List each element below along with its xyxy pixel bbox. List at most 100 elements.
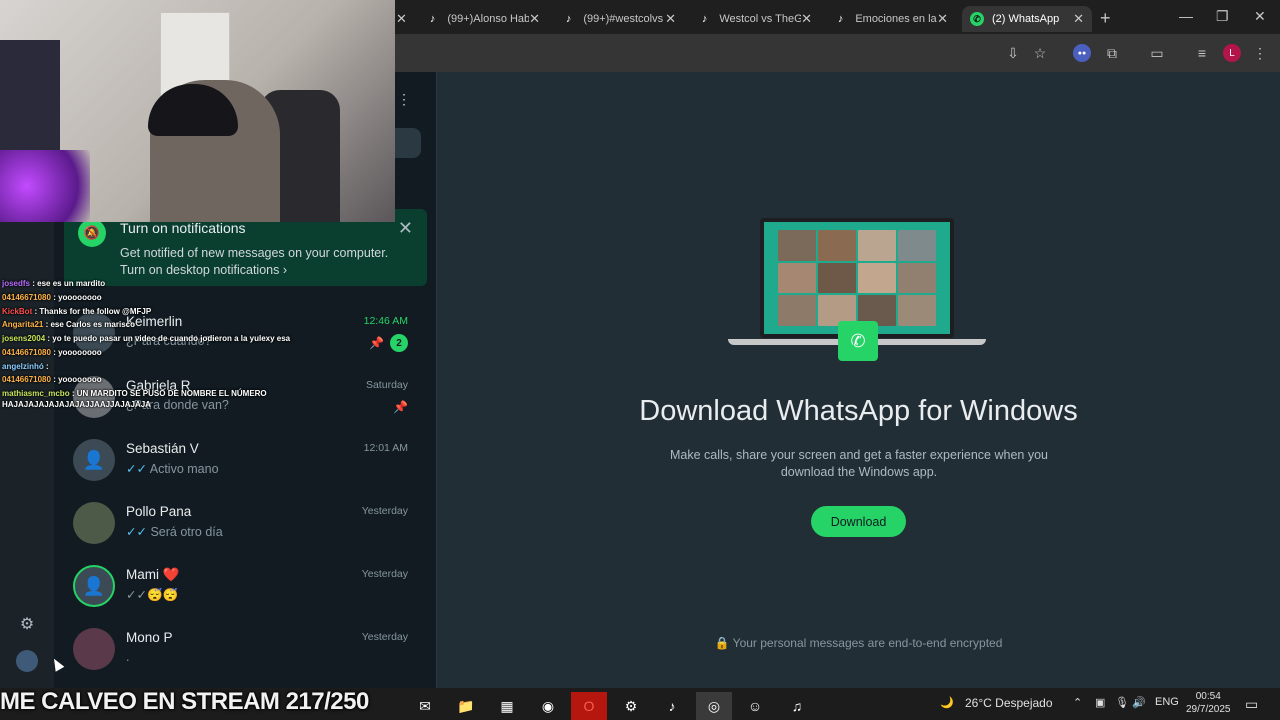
tab-3[interactable]: ♪ Westcol vs TheGr ✕ bbox=[690, 6, 820, 32]
chat-message: HAJAJAJAJAJAJAJAJJAAJJAJAJAJA bbox=[2, 400, 151, 409]
close-icon[interactable]: ✕ bbox=[396, 11, 407, 27]
notification-body: Get notified of new messages on your com… bbox=[120, 246, 389, 260]
side-panel-icon[interactable]: ▭ bbox=[1148, 44, 1166, 62]
extensions-icon[interactable]: ⧉ bbox=[1103, 44, 1121, 62]
chat-item[interactable]: 👤 Mami ❤️ Yesterday ✓✓😴😴 bbox=[64, 557, 424, 617]
minimize-icon[interactable]: — bbox=[1179, 8, 1193, 24]
chat-message: josens2004 : yo te puedo pasar un video … bbox=[2, 334, 291, 343]
chat-name: Pollo Pana bbox=[126, 504, 192, 519]
tiktok-icon: ♪ bbox=[837, 13, 844, 25]
language-indicator[interactable]: ENG bbox=[1155, 696, 1179, 708]
chat-message: angelzinhó : bbox=[2, 362, 49, 371]
chat-name: Sebastián V bbox=[126, 441, 199, 456]
chat-time: Saturday bbox=[365, 379, 408, 391]
chat-message: mathiasmc_mcbo : UN MARDITO SE PUSO DE N… bbox=[2, 389, 267, 398]
default-avatar-icon: 👤 bbox=[73, 439, 115, 481]
pin-icon: 📌 bbox=[369, 336, 384, 350]
microphone-icon[interactable]: 🎙 bbox=[1115, 696, 1129, 709]
tab-whatsapp[interactable]: ✆ (2) WhatsApp ✕ bbox=[962, 6, 1092, 32]
chat-preview: . bbox=[126, 650, 130, 664]
close-icon[interactable]: ✕ bbox=[398, 218, 413, 239]
chat-item[interactable]: Gabriela R Saturday ¿Para donde van? 📌 bbox=[64, 368, 424, 428]
download-button[interactable]: Download bbox=[811, 506, 906, 537]
install-app-icon[interactable]: ⇩ bbox=[1004, 44, 1022, 62]
network-icon[interactable]: ▣ bbox=[1095, 696, 1105, 709]
enable-notifications-link[interactable]: Turn on desktop notifications › bbox=[120, 263, 287, 277]
tab-title: (99+)#westcolvs bbox=[583, 13, 664, 25]
menu-dots-icon[interactable]: ⋮ bbox=[395, 90, 413, 108]
close-icon[interactable]: ✕ bbox=[665, 11, 676, 27]
tab-title: (99+)Alonso Hab bbox=[447, 13, 530, 25]
menu-dots-icon[interactable]: ⋮ bbox=[1251, 44, 1269, 62]
tiktok-icon[interactable]: ♪ bbox=[654, 692, 690, 720]
store-icon[interactable]: ▦ bbox=[489, 692, 525, 720]
whatsapp-logo-icon: ✆ bbox=[838, 321, 878, 361]
volume-icon[interactable]: 🔊 bbox=[1132, 696, 1146, 709]
download-subtitle: Make calls, share your screen and get a … bbox=[670, 448, 1048, 479]
tab-4[interactable]: ♪ Emociones en la ✕ bbox=[826, 6, 956, 32]
file-explorer-icon[interactable]: 📁 bbox=[448, 692, 484, 720]
tab-title: Emociones en la bbox=[855, 13, 937, 25]
window-close-icon[interactable]: ✕ bbox=[1254, 8, 1266, 25]
stream-goal-banner: ME CALVEO EN STREAM 217/250 bbox=[0, 688, 369, 715]
tiktok-icon: ♪ bbox=[701, 13, 708, 25]
weather-text[interactable]: 26°C Despejado bbox=[965, 696, 1053, 710]
double-check-icon: ✓✓ bbox=[126, 525, 147, 539]
weather-icon[interactable]: 🌙 bbox=[940, 696, 954, 709]
chat-time: Yesterday bbox=[361, 505, 408, 517]
tab-title: (2) WhatsApp bbox=[992, 13, 1060, 25]
media-controls-icon[interactable]: ≡ bbox=[1193, 44, 1211, 62]
chat-item[interactable]: Mono P Yesterday . bbox=[64, 620, 424, 680]
new-tab-plus-icon[interactable]: + bbox=[1100, 8, 1111, 29]
chat-preview: ✓✓ Será otro día bbox=[126, 525, 223, 539]
notification-title: Turn on notifications bbox=[120, 220, 246, 236]
avatar bbox=[73, 502, 115, 544]
tab-title: Westcol vs TheGr bbox=[719, 13, 802, 25]
obs-icon[interactable]: ◉ bbox=[530, 692, 566, 720]
settings-gear-icon[interactable]: ⚙ bbox=[17, 614, 37, 634]
chat-message: KickBot : Thanks for the follow @MFJP bbox=[2, 307, 152, 316]
clock[interactable]: 00:54 29/7/2025 bbox=[1186, 690, 1231, 716]
unread-badge: 2 bbox=[390, 334, 408, 352]
chat-name: Mono P bbox=[126, 630, 173, 645]
tab-2[interactable]: ♪ (99+)#westcolvs ✕ bbox=[554, 6, 684, 32]
chat-message: 04146671080 : yoooooooo bbox=[2, 375, 102, 384]
bookmark-star-icon[interactable]: ☆ bbox=[1031, 44, 1049, 62]
search-box-edge[interactable] bbox=[395, 128, 421, 158]
chat-time: Yesterday bbox=[361, 568, 408, 580]
chat-time: 12:01 AM bbox=[363, 442, 408, 454]
chat-preview: ✓✓ Activo mano bbox=[126, 462, 219, 476]
steam-icon[interactable]: ⚙ bbox=[613, 692, 649, 720]
opera-icon[interactable]: O bbox=[571, 692, 607, 720]
close-icon[interactable]: ✕ bbox=[529, 11, 540, 27]
avatar[interactable] bbox=[16, 650, 38, 672]
tray-chevron-icon[interactable]: ⌃ bbox=[1073, 696, 1082, 709]
double-check-icon: ✓✓ bbox=[126, 462, 147, 476]
close-icon[interactable]: ✕ bbox=[1073, 11, 1084, 27]
chrome-icon[interactable]: ◎ bbox=[696, 692, 732, 720]
whatsapp-icon: ✆ bbox=[970, 12, 984, 26]
discord-icon[interactable]: ☺ bbox=[737, 692, 773, 720]
close-icon[interactable]: ✕ bbox=[801, 11, 812, 27]
tab-1[interactable]: ♪ (99+)Alonso Hab ✕ bbox=[418, 6, 548, 32]
notifications-icon[interactable]: ▭ bbox=[1245, 696, 1258, 713]
extension-icon[interactable]: ●● bbox=[1073, 44, 1091, 62]
profile-avatar[interactable]: L bbox=[1223, 44, 1241, 62]
close-icon[interactable]: ✕ bbox=[937, 11, 948, 27]
pin-icon: 📌 bbox=[393, 400, 408, 414]
tiktok-icon: ♪ bbox=[565, 13, 572, 25]
chat-item[interactable]: 👤 Sebastián V 12:01 AM ✓✓ Activo mano bbox=[64, 431, 424, 491]
restore-icon[interactable]: ❐ bbox=[1216, 8, 1229, 25]
tiktok-icon: ♪ bbox=[429, 13, 436, 25]
spotify-icon[interactable]: ♫ bbox=[779, 692, 815, 720]
download-title: Download WhatsApp for Windows bbox=[639, 395, 1078, 427]
avatar bbox=[73, 628, 115, 670]
chat-item[interactable]: Pollo Pana Yesterday ✓✓ Será otro día bbox=[64, 494, 424, 554]
outlook-icon[interactable]: ✉ bbox=[407, 692, 443, 720]
chat-time: Yesterday bbox=[361, 631, 408, 643]
intro-panel bbox=[437, 72, 1280, 688]
clock-date: 29/7/2025 bbox=[1186, 704, 1231, 715]
webcam-overlay bbox=[0, 0, 395, 222]
screen: ✕ ♪ (99+)Alonso Hab ✕ ♪ (99+)#westcolvs … bbox=[0, 0, 1280, 720]
chat-message: 04146671080 : yoooooooo bbox=[2, 293, 102, 302]
